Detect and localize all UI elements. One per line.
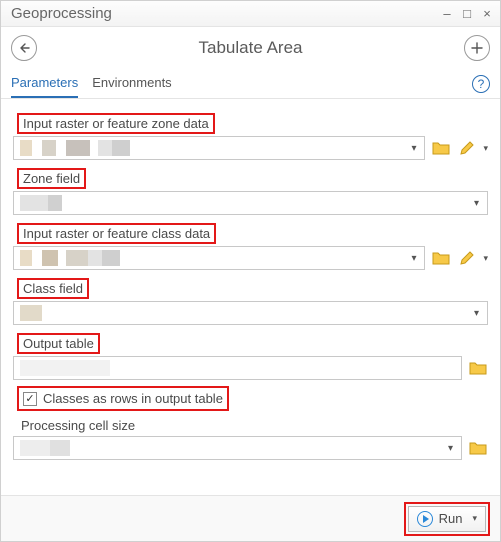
pencil-icon [459,140,475,156]
edit-button[interactable] [457,248,477,268]
add-button[interactable] [464,35,490,61]
close-icon[interactable]: × [480,7,494,21]
pencil-icon [459,250,475,266]
back-icon [18,42,30,54]
browse-button[interactable] [431,138,451,158]
browse-button[interactable] [431,248,451,268]
add-icon [471,42,483,54]
folder-icon [469,440,487,456]
back-button[interactable] [11,35,37,61]
label-input-zone: Input raster or feature zone data [17,113,215,134]
cell-size-combo[interactable]: ▾ [13,436,462,460]
zone-field-value [20,192,470,214]
cell-size-value [20,437,444,459]
play-icon [417,511,433,527]
label-cell-size: Processing cell size [17,417,139,434]
label-output-table: Output table [17,333,100,354]
classes-as-rows-label: Classes as rows in output table [43,391,223,406]
folder-icon [432,140,450,156]
input-class-combo[interactable]: ▾ [13,246,425,270]
input-zone-combo[interactable]: ▾ [13,136,425,160]
edit-button[interactable] [457,138,477,158]
chevron-down-icon[interactable]: ▾ [470,198,483,209]
pane-title: Geoprocessing [11,5,112,22]
run-button[interactable]: Run ▾ [408,506,486,532]
classes-as-rows-checkbox[interactable]: ✓ [23,392,37,406]
tab-environments[interactable]: Environments [92,69,171,98]
label-input-class: Input raster or feature class data [17,223,216,244]
folder-icon [432,250,450,266]
maximize-icon[interactable]: □ [460,7,474,21]
browse-button[interactable] [468,438,488,458]
run-chevron-icon[interactable]: ▾ [472,513,477,524]
label-class-field: Class field [17,278,89,299]
tool-title: Tabulate Area [199,38,303,58]
label-zone-field: Zone field [17,168,86,189]
input-zone-value [20,137,407,159]
zone-field-combo[interactable]: ▾ [13,191,488,215]
chevron-down-icon[interactable]: ▾ [470,308,483,319]
browse-button[interactable] [468,358,488,378]
minimize-icon[interactable]: – [440,7,454,21]
class-field-combo[interactable]: ▾ [13,301,488,325]
chevron-down-icon[interactable]: ▾ [407,143,420,154]
chevron-down-icon[interactable]: ▾ [444,443,457,454]
class-field-value [20,302,470,324]
tab-parameters[interactable]: Parameters [11,69,78,98]
help-button[interactable]: ? [472,75,490,93]
output-table-value [20,357,457,379]
window-controls: – □ × [440,7,494,21]
output-table-input[interactable] [13,356,462,380]
classes-as-rows-row: ✓ Classes as rows in output table [17,386,229,411]
run-label: Run [439,511,463,526]
folder-icon [469,360,487,376]
edit-chevron-icon[interactable]: ▾ [483,253,488,264]
chevron-down-icon[interactable]: ▾ [407,253,420,264]
input-class-value [20,247,407,269]
edit-chevron-icon[interactable]: ▾ [483,143,488,154]
